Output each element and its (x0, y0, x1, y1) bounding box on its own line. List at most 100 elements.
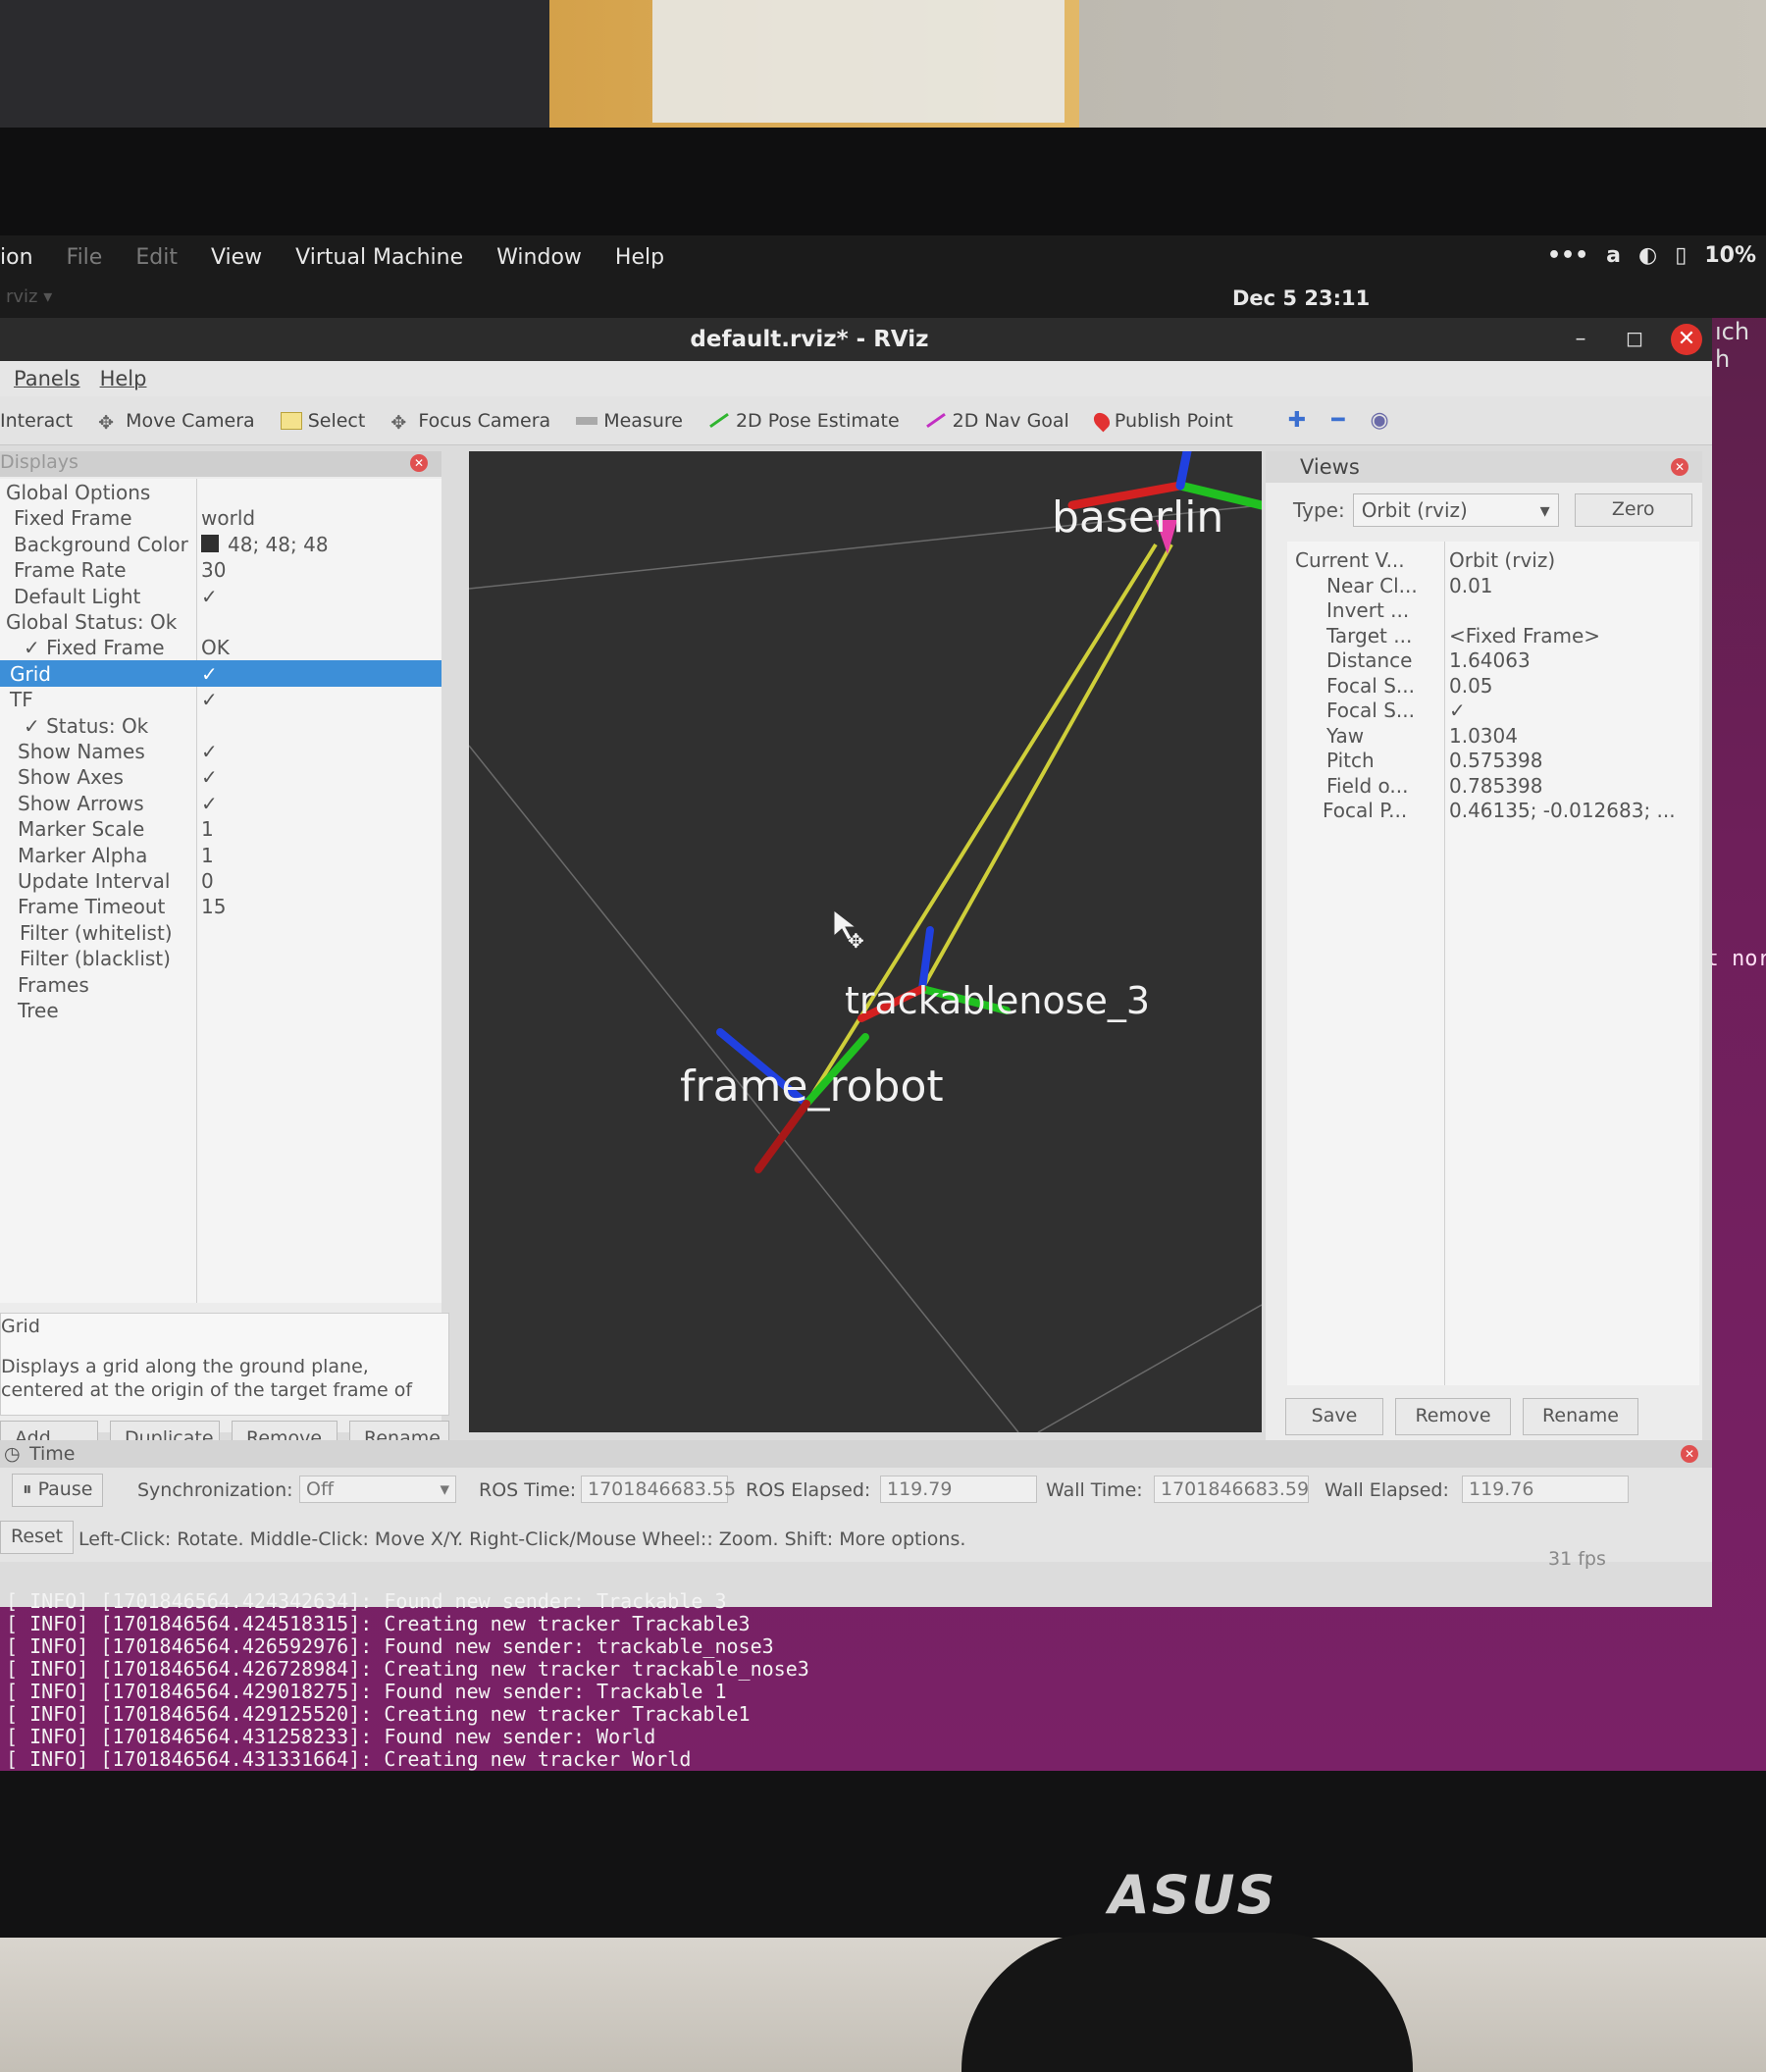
camera-type-icon[interactable]: ◉ (1370, 408, 1388, 433)
property-value[interactable]: 0.01 (1449, 574, 1493, 597)
display-row[interactable]: Global Options (0, 479, 442, 505)
display-row[interactable]: Frames (0, 971, 442, 998)
property-value[interactable]: 15 (201, 895, 226, 918)
sync-select[interactable]: Off ▾ (299, 1476, 456, 1503)
property-value[interactable]: 30 (201, 558, 226, 582)
property-value[interactable]: world (201, 506, 255, 530)
display-row[interactable]: Filter (whitelist) (0, 919, 442, 946)
display-row[interactable]: Show Axes ✓ (0, 763, 442, 790)
display-row[interactable]: Default Light ✓ (0, 583, 442, 609)
view-property-row[interactable]: Current V... Orbit (rviz) (1287, 547, 1699, 573)
property-value[interactable]: 0.785398 (1449, 774, 1542, 798)
display-row[interactable]: Update Interval 0 (0, 867, 442, 894)
add-tool-icon[interactable]: ✚ (1288, 408, 1306, 433)
host-menu-item[interactable]: Edit (135, 245, 178, 270)
tool-2d-pose-estimate[interactable]: 2D Pose Estimate (708, 410, 900, 432)
property-value[interactable]: ✓ (1449, 699, 1466, 722)
host-menu-item[interactable]: Window (496, 245, 582, 270)
display-row[interactable]: Grid ✓ (0, 659, 442, 687)
property-value[interactable]: ✓ (201, 688, 218, 711)
property-value[interactable]: 0.46135; -0.012683; ... (1449, 799, 1676, 822)
zero-button[interactable]: Zero (1574, 493, 1692, 527)
property-value[interactable]: 1.64063 (1449, 648, 1531, 672)
view-property-row[interactable]: Near Cl... 0.01 (1287, 573, 1699, 598)
display-row[interactable]: Tree (0, 997, 442, 1023)
window-titlebar[interactable]: default.rviz* - RViz – ◻ ✕ (0, 318, 1712, 361)
close-button[interactable]: ✕ (1671, 324, 1702, 355)
view-property-row[interactable]: Focal S... ✓ (1287, 698, 1699, 723)
close-panel-icon[interactable]: ✕ (410, 454, 428, 472)
property-value[interactable]: ✓ (201, 740, 218, 763)
display-row[interactable]: Fixed Frame world (0, 504, 442, 531)
save-view-button[interactable]: Save (1285, 1398, 1383, 1435)
display-row[interactable]: Show Names ✓ (0, 738, 442, 764)
property-value[interactable]: <Fixed Frame> (1449, 624, 1600, 648)
host-menu-item[interactable]: ion (0, 245, 33, 270)
render-viewport[interactable]: ✥ baserlin trackablenose_3 frame_robot (469, 451, 1262, 1432)
reset-button[interactable]: Reset (0, 1521, 75, 1554)
property-value[interactable]: 0.05 (1449, 674, 1493, 698)
property-value[interactable]: ✓ (201, 792, 218, 815)
property-value[interactable]: 0.575398 (1449, 749, 1542, 772)
host-menu-item[interactable]: View (211, 245, 262, 270)
remove-view-button[interactable]: Remove (1395, 1398, 1511, 1435)
display-row[interactable]: Background Color 48; 48; 48 (0, 531, 442, 557)
view-property-row[interactable]: Focal S... 0.05 (1287, 673, 1699, 699)
text-input-icon[interactable]: a (1606, 243, 1621, 268)
tool-select[interactable]: Select (280, 410, 365, 432)
pause-button[interactable]: ⏸ Pause (12, 1474, 104, 1507)
tool-publish-point[interactable]: Publish Point (1090, 409, 1233, 432)
view-property-row[interactable]: Target ... <Fixed Frame> (1287, 623, 1699, 648)
display-row[interactable]: Filter (blacklist) (0, 945, 442, 971)
property-value[interactable]: 1 (201, 817, 214, 841)
wall-time-field[interactable]: 1701846683.59 (1154, 1476, 1309, 1503)
minimize-button[interactable]: – (1565, 324, 1596, 355)
host-menu-item[interactable]: Virtual Machine (295, 245, 463, 270)
display-row[interactable]: ✓ Fixed Frame OK (0, 634, 442, 660)
display-row[interactable]: Marker Scale 1 (0, 815, 442, 842)
view-type-select[interactable]: Orbit (rviz) ▾ (1352, 493, 1559, 527)
tool-measure[interactable]: Measure (576, 410, 683, 432)
view-property-row[interactable]: Field o... 0.785398 (1287, 773, 1699, 799)
menu-panels[interactable]: Panels (14, 367, 80, 390)
close-panel-icon[interactable]: ✕ (1681, 1445, 1698, 1463)
property-value[interactable]: 1 (201, 844, 214, 867)
view-property-row[interactable]: Yaw 1.0304 (1287, 723, 1699, 749)
display-row[interactable]: Frame Rate 30 (0, 556, 442, 583)
property-value[interactable]: ✓ (201, 585, 218, 608)
clock[interactable]: Dec 5 23:11 (1232, 286, 1370, 310)
property-value[interactable]: 0 (201, 869, 214, 893)
app-name[interactable]: rviz ▾ (6, 286, 52, 307)
wall-elapsed-field[interactable]: 119.76 (1462, 1476, 1629, 1503)
view-property-row[interactable]: Pitch 0.575398 (1287, 748, 1699, 773)
property-value[interactable]: 1.0304 (1449, 724, 1518, 748)
network-icon[interactable]: ◐ (1638, 243, 1657, 268)
display-row[interactable]: Show Arrows ✓ (0, 790, 442, 816)
display-row[interactable]: Frame Timeout 15 (0, 893, 442, 919)
host-menu-item[interactable]: File (67, 245, 103, 270)
ros-elapsed-field[interactable]: 119.79 (880, 1476, 1037, 1503)
view-property-row[interactable]: Distance 1.64063 (1287, 648, 1699, 673)
property-value[interactable]: OK (201, 636, 230, 659)
property-value[interactable]: ✓ (201, 662, 218, 686)
display-row[interactable]: TF ✓ (0, 686, 442, 712)
overflow-icon[interactable]: ••• (1547, 243, 1588, 268)
view-property-row[interactable]: Invert ... (1287, 597, 1699, 623)
property-value[interactable]: ✓ (201, 765, 218, 789)
view-property-row[interactable]: Focal P... 0.46135; -0.012683; ... (1287, 798, 1699, 823)
close-panel-icon[interactable]: ✕ (1671, 458, 1688, 476)
menu-help[interactable]: Help (100, 367, 147, 390)
host-menu-item[interactable]: Help (615, 245, 664, 270)
tool-interact[interactable]: Interact (0, 410, 73, 432)
tool-2d-nav-goal[interactable]: 2D Nav Goal (925, 410, 1069, 432)
display-row[interactable]: ✓ Status: Ok (0, 712, 442, 739)
property-value[interactable]: Orbit (rviz) (1449, 548, 1555, 572)
maximize-button[interactable]: ◻ (1619, 324, 1650, 355)
remove-tool-icon[interactable]: ━ (1331, 408, 1344, 433)
property-value[interactable]: 48; 48; 48 (228, 533, 329, 556)
ros-time-field[interactable]: 1701846683.55 (581, 1476, 736, 1503)
tool-move-camera[interactable]: ✥ Move Camera (98, 410, 255, 434)
rename-view-button[interactable]: Rename (1523, 1398, 1638, 1435)
tool-focus-camera[interactable]: ✥ Focus Camera (390, 410, 550, 434)
display-row[interactable]: Global Status: Ok (0, 608, 442, 635)
